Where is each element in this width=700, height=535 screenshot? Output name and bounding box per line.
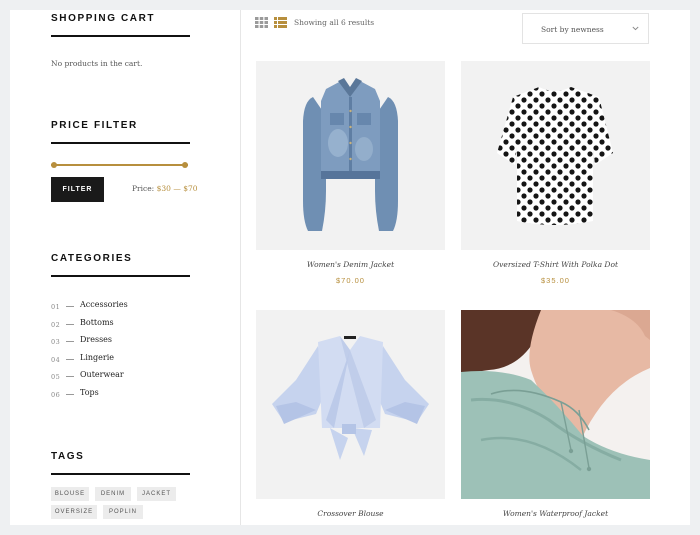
category-dash: [66, 358, 74, 360]
denim-jacket-image: [256, 61, 445, 250]
category-number: 04: [51, 355, 61, 364]
category-number: 03: [51, 338, 61, 346]
polka-dot-tshirt-image: [461, 61, 650, 250]
category-label: Bottoms: [80, 317, 114, 327]
tag-denim[interactable]: DENIM: [95, 487, 131, 501]
category-number: 02: [51, 320, 61, 329]
title-rule: [51, 35, 190, 37]
product-price: $70.00: [336, 276, 365, 285]
product-name[interactable]: Oversized T-Shirt With Polka Dot: [461, 260, 650, 269]
category-number: 06: [51, 390, 61, 399]
category-item-accessories[interactable]: 01 Accessories: [51, 300, 190, 314]
category-label: Outerwear: [80, 370, 124, 379]
title-rule: [51, 275, 190, 277]
tag-poplin[interactable]: POPLIN: [103, 505, 143, 519]
product-image-crossover-blouse[interactable]: [256, 310, 445, 499]
slider-handle-max[interactable]: [182, 162, 188, 168]
category-label: Accessories: [80, 300, 128, 309]
product-image-polka-dot-tshirt[interactable]: [461, 61, 650, 250]
category-dash: [66, 376, 74, 377]
product-name[interactable]: Women's Denim Jacket: [256, 260, 445, 269]
product-image-waterproof-jacket[interactable]: [461, 310, 650, 499]
product-image-denim-jacket[interactable]: [256, 61, 445, 250]
tag-blouse[interactable]: BLOUSE: [51, 487, 89, 501]
category-dash: [66, 323, 74, 325]
category-item-outerwear[interactable]: 05 Outerwear: [51, 370, 190, 384]
results-count: Showing all 6 results: [294, 18, 375, 27]
price-range-slider[interactable]: [51, 162, 188, 168]
price-max: $70: [183, 184, 198, 193]
page-container: SHOPPING CART No products in the cart. P…: [10, 10, 690, 525]
category-number: 05: [51, 373, 61, 381]
list-view-icon[interactable]: [274, 17, 287, 28]
title-rule: [51, 473, 190, 475]
title-rule: [51, 142, 190, 144]
category-label: Dresses: [80, 335, 113, 344]
price-label: Price:: [132, 184, 155, 193]
tag-jacket[interactable]: JACKET: [137, 487, 176, 501]
tags-title: TAGS: [51, 451, 85, 462]
slider-track: [51, 164, 188, 166]
categories-title: CATEGORIES: [51, 253, 133, 264]
shopping-cart-title: SHOPPING CART: [51, 13, 156, 24]
category-item-lingerie[interactable]: 04 Lingerie: [51, 353, 190, 367]
sort-selected-value: Sort by newness: [541, 25, 604, 34]
category-label: Tops: [80, 387, 99, 397]
slider-handle-min[interactable]: [51, 162, 57, 168]
chevron-down-icon: [632, 26, 639, 31]
sort-dropdown[interactable]: Sort by newness: [522, 13, 649, 44]
price-filter-title: PRICE FILTER: [51, 120, 138, 131]
price-separator: —: [173, 184, 181, 193]
filter-button[interactable]: FILTER: [51, 177, 104, 202]
product-name[interactable]: Women's Waterproof Jacket: [461, 509, 650, 518]
tag-oversize[interactable]: OVERSIZE: [51, 505, 97, 519]
product-name[interactable]: Crossover Blouse: [256, 509, 445, 518]
category-dash: [66, 306, 74, 307]
product-price: $35.00: [541, 276, 570, 285]
price-range-text: Price: $30 — $70: [132, 184, 198, 193]
category-item-bottoms[interactable]: 02 Bottoms: [51, 318, 190, 332]
price-min: $30: [156, 184, 171, 193]
crossover-blouse-image: [256, 310, 445, 499]
category-item-tops[interactable]: 06 Tops: [51, 388, 190, 402]
grid-view-icon[interactable]: [255, 17, 268, 28]
category-item-dresses[interactable]: 03 Dresses: [51, 335, 190, 349]
category-dash: [66, 393, 74, 395]
category-number: 01: [51, 303, 61, 311]
category-dash: [66, 341, 74, 342]
cart-empty-message: No products in the cart.: [51, 59, 143, 68]
sidebar-divider: [240, 10, 241, 525]
category-label: Lingerie: [80, 352, 114, 362]
waterproof-jacket-image: [461, 310, 650, 499]
